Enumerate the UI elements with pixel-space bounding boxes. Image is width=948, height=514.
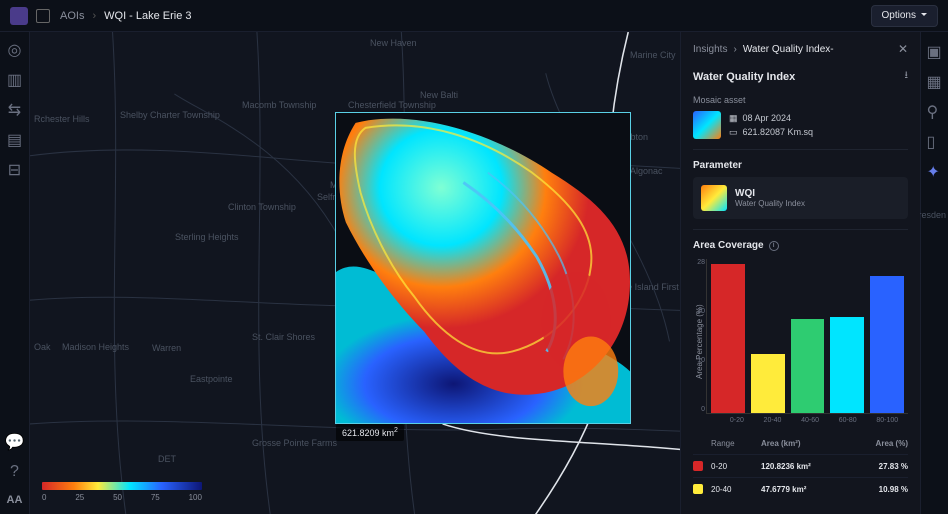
area-coverage-header: Area Coverage i xyxy=(693,240,908,251)
row-area: 47.6779 km² xyxy=(761,485,858,494)
aoi-area-caption: 621.8209 km2 xyxy=(336,424,404,441)
download-icon[interactable]: ⭳ xyxy=(905,68,909,85)
chart-bar[interactable] xyxy=(711,264,745,413)
coverage-table: Range Area (km²) Area (%) 0-20 120.8236 … xyxy=(693,432,908,500)
grid-icon[interactable]: ▦ xyxy=(927,72,943,88)
chart-yticks: 28 20 10 0 xyxy=(693,259,705,413)
row-swatch xyxy=(693,461,703,471)
panel-title-row: Water Quality Index ⭳ xyxy=(693,68,908,85)
row-swatch xyxy=(693,484,703,494)
breadcrumb-root[interactable]: AOIs xyxy=(60,10,84,22)
chart-bar[interactable] xyxy=(791,319,825,413)
chart-icon[interactable]: ▥ xyxy=(7,72,23,88)
parameter-label: Parameter xyxy=(693,160,908,171)
insights-icon[interactable]: ✦ xyxy=(927,162,943,178)
layers-icon[interactable]: ▤ xyxy=(7,132,23,148)
options-button[interactable]: Options xyxy=(871,5,938,27)
pin-icon[interactable]: ⚲ xyxy=(927,102,943,118)
archive-icon[interactable]: ⊟ xyxy=(7,162,23,178)
row-range: 20-40 xyxy=(711,485,761,494)
area-coverage-chart: Area Percentage (%) 28 20 10 0 0-2020-40… xyxy=(693,259,908,424)
parameter-swatch xyxy=(701,185,727,211)
panel-crumb-root[interactable]: Insights xyxy=(693,44,727,55)
chevron-down-icon xyxy=(921,10,927,22)
row-pct: 10.98 % xyxy=(858,485,908,494)
text-size-toggle[interactable]: AA xyxy=(7,494,23,506)
chart-bar[interactable] xyxy=(870,276,904,413)
chart-bar[interactable] xyxy=(751,354,785,413)
table-row: 20-40 47.6779 km² 10.98 % xyxy=(693,477,908,500)
chart-bar[interactable] xyxy=(830,317,864,413)
divider xyxy=(693,149,908,150)
panel-toggle-icon[interactable] xyxy=(36,9,50,23)
layers-stack-icon[interactable]: ▣ xyxy=(927,42,943,58)
compass-icon[interactable]: ◎ xyxy=(7,42,23,58)
wqi-heatmap xyxy=(336,113,630,423)
chart-xticks: 0-2020-4040-6060-8080-100 xyxy=(720,417,908,424)
top-bar: AOIs › WQI - Lake Erie 3 Options xyxy=(0,0,948,32)
chevron-right-icon: › xyxy=(733,44,736,55)
table-header: Range Area (km²) Area (%) xyxy=(693,432,908,454)
share-icon[interactable]: ⇆ xyxy=(7,102,23,118)
close-icon[interactable]: ✕ xyxy=(898,42,908,56)
mosaic-date: 08 Apr 2024 xyxy=(743,113,792,123)
info-icon[interactable]: i xyxy=(769,241,779,251)
help-icon[interactable]: ? xyxy=(7,464,23,480)
document-icon[interactable]: ▯ xyxy=(927,132,943,148)
parameter-name: WQI xyxy=(735,188,805,199)
mosaic-thumbnail xyxy=(693,111,721,139)
row-pct: 27.83 % xyxy=(858,462,908,471)
aoi-overlay[interactable]: 621.8209 km2 xyxy=(335,112,631,424)
right-nav-rail: ▣ ▦ ⚲ ▯ ✦ Dresden xyxy=(920,32,948,514)
calendar-icon: ▦ xyxy=(729,113,738,124)
mosaic-label: Mosaic asset xyxy=(693,95,908,105)
divider xyxy=(693,229,908,230)
chart-plot: 28 20 10 0 xyxy=(706,259,908,414)
panel-title: Water Quality Index xyxy=(693,71,795,83)
panel-breadcrumb: Insights › Water Quality Index- ✕ xyxy=(693,42,908,56)
breadcrumb-current[interactable]: WQI - Lake Erie 3 xyxy=(104,10,191,22)
parameter-card[interactable]: WQI Water Quality Index xyxy=(693,177,908,219)
area-icon: ▭ xyxy=(729,127,738,138)
panel-crumb-title: Water Quality Index- xyxy=(743,44,834,55)
table-row: 0-20 120.8236 km² 27.83 % xyxy=(693,454,908,477)
mosaic-area: 621.82087 Km.sq xyxy=(743,127,814,137)
options-label: Options xyxy=(882,10,916,21)
legend-ticks: 0 25 50 75 100 xyxy=(42,493,202,502)
row-range: 0-20 xyxy=(711,462,761,471)
chevron-right-icon: › xyxy=(92,10,96,22)
breadcrumb: AOIs › WQI - Lake Erie 3 xyxy=(60,10,192,22)
insights-panel: Insights › Water Quality Index- ✕ Water … xyxy=(680,32,920,514)
row-area: 120.8236 km² xyxy=(761,462,858,471)
chat-icon[interactable]: 💬 xyxy=(7,434,23,450)
mosaic-asset-row[interactable]: ▦ 08 Apr 2024 ▭ 621.82087 Km.sq xyxy=(693,111,908,139)
color-legend: 0 25 50 75 100 xyxy=(42,482,202,502)
parameter-desc: Water Quality Index xyxy=(735,199,805,208)
legend-gradient xyxy=(42,482,202,490)
app-logo[interactable] xyxy=(10,7,28,25)
left-nav-rail: ◎ ▥ ⇆ ▤ ⊟ 💬 ? AA xyxy=(0,32,30,514)
